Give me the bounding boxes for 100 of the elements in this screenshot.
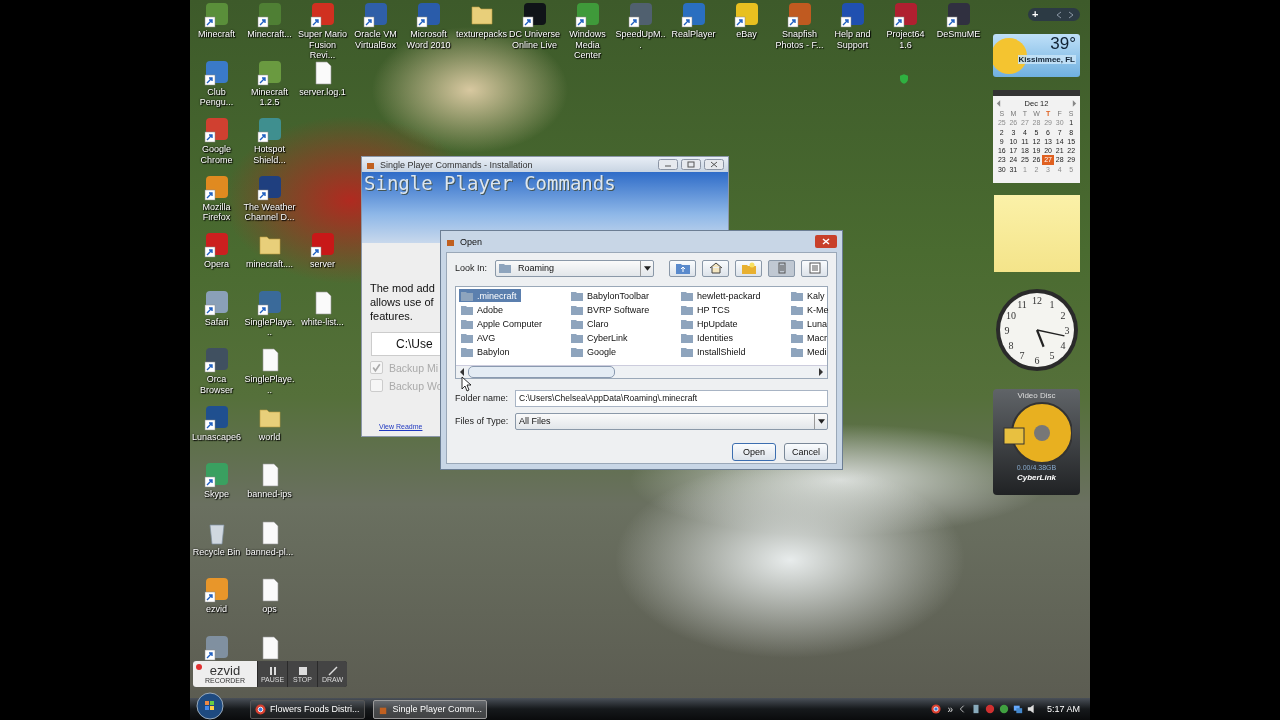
speaker-icon[interactable] xyxy=(1026,704,1037,714)
icon-label[interactable]: DeSmuME xyxy=(932,29,985,40)
app-icon[interactable] xyxy=(203,117,230,143)
app-icon[interactable] xyxy=(203,59,230,86)
icon-label[interactable]: Google Chrome xyxy=(190,144,243,165)
horizontal-scrollbar[interactable] xyxy=(456,365,827,378)
scroll-left-icon[interactable] xyxy=(459,368,465,376)
icon-label[interactable]: server.log.1 xyxy=(296,86,349,97)
icon-label[interactable]: SinglePlaye... xyxy=(243,374,296,395)
app-icon[interactable] xyxy=(256,174,283,201)
checkbox[interactable] xyxy=(370,361,383,374)
clock-time[interactable]: 5:17 AM xyxy=(1046,704,1080,714)
file-list-item[interactable]: Google xyxy=(569,345,617,358)
app-icon[interactable] xyxy=(203,2,230,28)
file-list-item[interactable]: Identities xyxy=(679,331,734,344)
cancel-button[interactable]: Cancel xyxy=(784,443,828,461)
file-list-item[interactable]: Luna xyxy=(789,317,828,330)
file-list-item[interactable]: AVG xyxy=(459,331,496,344)
app-icon[interactable] xyxy=(256,289,283,316)
app-icon[interactable] xyxy=(309,2,336,28)
icon-label[interactable]: Safari xyxy=(190,316,243,327)
file-list-item[interactable]: HpUpdate xyxy=(679,317,738,330)
icon-label[interactable]: texturepacks xyxy=(455,29,508,40)
file-list-item[interactable]: BVRP Software xyxy=(569,303,650,316)
list-button[interactable] xyxy=(768,259,796,277)
file-list-item[interactable]: hewlett-packard xyxy=(679,289,761,302)
new-folder-button[interactable] xyxy=(735,259,763,277)
next-icon[interactable] xyxy=(1072,100,1077,107)
icon-label[interactable]: The Weather Channel D... xyxy=(243,201,296,223)
icon-label[interactable]: Orca Browser xyxy=(190,374,243,395)
icon-label[interactable]: SinglePlaye... xyxy=(243,316,296,338)
icon-label[interactable]: world xyxy=(243,431,296,442)
previous-icon[interactable] xyxy=(996,100,1001,107)
open-button[interactable]: Open xyxy=(732,443,776,461)
icon-label[interactable]: Project64 1.6 xyxy=(879,29,932,50)
icon-label[interactable]: RealPlayer xyxy=(667,29,720,40)
app-icon[interactable] xyxy=(203,232,230,258)
security-icon[interactable] xyxy=(984,704,995,714)
app-icon[interactable] xyxy=(362,2,389,28)
icon-label[interactable]: Minecraft xyxy=(190,29,243,40)
app-icon[interactable] xyxy=(256,2,283,28)
file-list-item[interactable]: Kaly xyxy=(789,289,825,302)
icon-label[interactable]: ops xyxy=(243,604,296,615)
icon-label[interactable]: SpeedUpM... xyxy=(614,29,667,50)
file-list-item[interactable]: HP TCS xyxy=(679,303,730,316)
icon-label[interactable]: Lunascape6 xyxy=(190,431,243,442)
checkbox[interactable] xyxy=(370,379,383,392)
icon-label[interactable]: Recycle Bin xyxy=(190,546,243,557)
icon-label[interactable]: Help and Support xyxy=(826,29,879,50)
icon-label[interactable]: Club Pengu... xyxy=(190,86,243,108)
icon-label[interactable]: banned-ips xyxy=(243,489,296,500)
icon-label[interactable]: Minecraft... xyxy=(243,29,296,40)
arrows-icon[interactable] xyxy=(1054,9,1076,20)
icon-label[interactable]: eBay xyxy=(720,29,773,40)
app-icon[interactable] xyxy=(256,59,283,86)
app-icon[interactable] xyxy=(256,117,283,143)
file-list-item[interactable]: Adobe xyxy=(459,303,504,316)
file-list-item[interactable]: .minecraft xyxy=(459,289,521,302)
look-in-dropdown[interactable]: Roaming xyxy=(495,259,655,277)
disc-icon[interactable] xyxy=(1001,402,1072,464)
app-icon[interactable] xyxy=(733,2,760,28)
icon-label[interactable]: white-list... xyxy=(296,316,349,327)
up-button[interactable] xyxy=(669,259,697,277)
app-icon[interactable] xyxy=(309,232,336,258)
file-list-item[interactable]: CyberLink xyxy=(569,331,628,344)
icon-label[interactable]: Oracle VM VirtualBox xyxy=(349,29,402,50)
add-gadget-button[interactable]: + xyxy=(1032,9,1039,20)
app-icon[interactable] xyxy=(627,2,654,28)
app-icon[interactable] xyxy=(203,174,230,201)
icon-label[interactable]: Hotspot Shield... xyxy=(243,144,296,165)
icon-label[interactable]: Opera xyxy=(190,259,243,270)
app-icon[interactable] xyxy=(892,2,919,28)
icon-label[interactable]: Skype xyxy=(190,489,243,500)
file-list-item[interactable]: Babylon xyxy=(459,345,510,358)
icon-label[interactable]: Microsoft Word 2010 xyxy=(402,29,455,50)
icon-label[interactable]: Mozilla Firefox xyxy=(190,201,243,223)
app-icon[interactable] xyxy=(203,634,230,661)
scroll-right-icon[interactable] xyxy=(818,368,824,376)
folder-name-field[interactable]: C:\Users\Chelsea\AppData\Roaming\.minecraft xyxy=(515,389,828,407)
browser-icon[interactable] xyxy=(931,704,942,714)
taskbar-button[interactable]: Flowers Foods Distri... xyxy=(250,699,365,719)
file-list-item[interactable]: BabylonToolbar xyxy=(569,289,650,302)
app-icon[interactable] xyxy=(203,404,230,431)
app-icon[interactable] xyxy=(680,2,707,28)
app-icon[interactable] xyxy=(415,2,442,28)
file-list-item[interactable]: K-Me xyxy=(789,303,829,316)
close-button[interactable] xyxy=(815,235,837,248)
icon-label[interactable]: Minecraft 1.2.5 xyxy=(243,86,296,108)
scrollbar-thumb[interactable] xyxy=(468,366,615,378)
file-list-item[interactable]: InstallShield xyxy=(679,345,746,358)
start-button[interactable] xyxy=(196,692,224,720)
app-icon[interactable] xyxy=(521,2,548,28)
app-icon[interactable] xyxy=(786,2,813,28)
app-icon[interactable] xyxy=(574,2,601,28)
icon-label[interactable]: Snapfish Photos - F... xyxy=(773,29,826,50)
icon-label[interactable]: ezvid xyxy=(190,604,243,615)
icon-label[interactable]: DC Universe Online Live xyxy=(508,29,561,50)
icon-label[interactable]: Windows Media Center xyxy=(561,29,614,61)
app-icon[interactable] xyxy=(203,347,230,373)
file-list-item[interactable]: Medi xyxy=(789,345,827,358)
